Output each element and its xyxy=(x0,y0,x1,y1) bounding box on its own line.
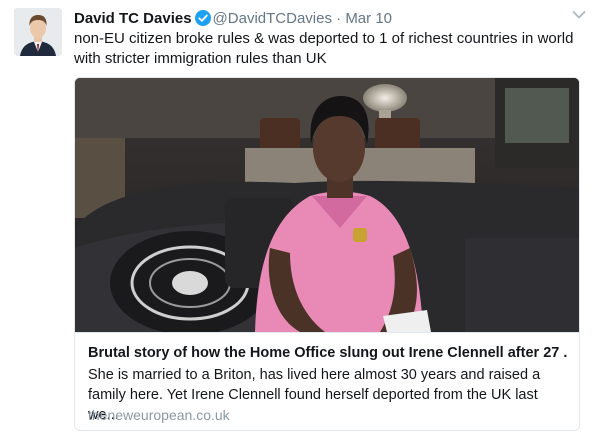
tweet[interactable]: David TC Davies @DavidTCDavies · Mar 10 n… xyxy=(0,0,610,434)
display-name[interactable]: David TC Davies xyxy=(74,10,192,27)
avatar[interactable] xyxy=(14,8,62,56)
tweet-text: non-EU citizen broke rules & was deporte… xyxy=(74,30,574,67)
card-image[interactable] xyxy=(75,78,579,335)
card-photo xyxy=(75,78,579,335)
card-title[interactable]: Brutal story of how the Home Office slun… xyxy=(88,343,568,363)
avatar-photo xyxy=(14,8,62,56)
timestamp[interactable]: Mar 10 xyxy=(345,10,392,27)
user-handle[interactable]: @DavidTCDavies xyxy=(213,10,332,27)
card-domain[interactable]: theneweuropean.co.uk xyxy=(88,406,230,424)
chevron-down-icon[interactable] xyxy=(572,10,586,20)
tweet-header: David TC Davies @DavidTCDavies · Mar 10 xyxy=(74,9,392,29)
link-card[interactable]: Brutal story of how the Home Office slun… xyxy=(74,77,580,431)
card-body[interactable]: Brutal story of how the Home Office slun… xyxy=(75,332,579,430)
verified-badge-icon xyxy=(194,10,211,26)
separator-dot: · xyxy=(336,10,342,27)
